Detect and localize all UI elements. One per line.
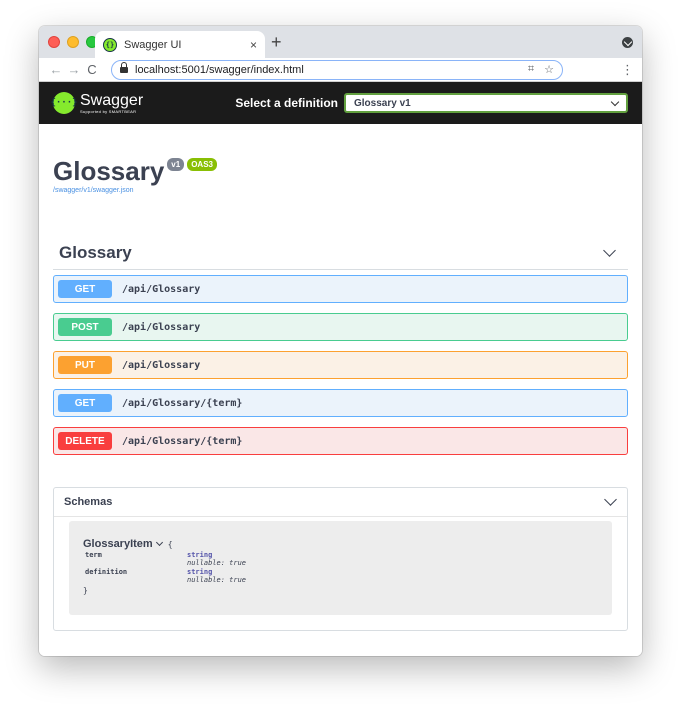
forward-button[interactable]: → xyxy=(65,62,83,77)
chevron-down-icon xyxy=(610,97,620,106)
property-name: definition xyxy=(85,568,128,576)
property-nullable: nullable: true xyxy=(187,559,247,567)
chevron-down-icon[interactable] xyxy=(155,538,163,547)
property-type: string xyxy=(187,551,213,559)
chevron-down-icon[interactable] xyxy=(603,243,616,257)
property-name: term xyxy=(85,551,102,559)
model-property: definition string nullable: true xyxy=(83,568,598,584)
qr-code-icon[interactable]: ⌗ xyxy=(528,63,534,76)
minimize-window-button[interactable] xyxy=(67,36,79,48)
method-badge: DELETE xyxy=(58,432,112,450)
definition-select[interactable]: Glossary v1 xyxy=(344,93,628,113)
model-property: term string nullable: true xyxy=(83,551,598,567)
method-badge: GET xyxy=(58,280,112,298)
method-badge: GET xyxy=(58,394,112,412)
tag-title: Glossary xyxy=(59,242,132,262)
definition-label: Select a definition xyxy=(235,96,338,110)
version-badge: v1 xyxy=(167,158,185,171)
window-controls xyxy=(48,36,98,48)
property-type: string xyxy=(187,568,213,576)
model-name: GlossaryItem xyxy=(83,538,153,550)
page-title: Glossary xyxy=(53,156,165,186)
reload-button[interactable]: C xyxy=(83,62,101,77)
operations-list: GET /api/Glossary POST /api/Glossary PUT… xyxy=(53,275,628,455)
tab-title: Swagger UI xyxy=(124,38,182,51)
chevron-down-icon[interactable] xyxy=(604,493,617,506)
operation-get-glossary[interactable]: GET /api/Glossary xyxy=(53,275,628,303)
property-type-block: string nullable: true xyxy=(187,568,246,584)
back-button[interactable]: ← xyxy=(47,62,65,77)
operation-path: /api/Glossary/{term} xyxy=(122,435,243,447)
oas-badge: OAS3 xyxy=(187,158,217,171)
browser-window: {} Swagger UI × + ← → C localhost:5001/s… xyxy=(39,26,642,656)
new-tab-button[interactable]: + xyxy=(271,32,282,53)
schemas-section: Schemas GlossaryItem { term string nulla… xyxy=(53,487,628,631)
tag-header[interactable]: Glossary xyxy=(53,236,628,270)
profile-icon[interactable] xyxy=(622,37,633,48)
tag-section: Glossary GET /api/Glossary POST /api/Glo… xyxy=(53,236,628,455)
schemas-header[interactable]: Schemas xyxy=(54,488,627,517)
swagger-logo[interactable]: Swagger Supported by SMARTBEAR xyxy=(80,91,144,114)
swagger-favicon-icon: {} xyxy=(103,37,117,52)
operation-path: /api/Glossary xyxy=(122,321,201,333)
operation-delete-glossary-term[interactable]: DELETE /api/Glossary/{term} xyxy=(53,427,628,455)
url-text: localhost:5001/swagger/index.html xyxy=(135,63,304,76)
definition-selected-value: Glossary v1 xyxy=(354,97,411,109)
spec-json-link[interactable]: /swagger/v1/swagger.json xyxy=(53,187,628,194)
title-row: Glossary v1 OAS3 xyxy=(53,158,628,184)
lock-icon[interactable] xyxy=(120,62,128,74)
close-window-button[interactable] xyxy=(48,36,60,48)
method-badge: PUT xyxy=(58,356,112,374)
operation-path: /api/Glossary/{term} xyxy=(122,397,243,409)
operation-get-glossary-term[interactable]: GET /api/Glossary/{term} xyxy=(53,389,628,417)
model-name-row[interactable]: GlossaryItem { xyxy=(83,538,598,550)
browser-toolbar: ← → C localhost:5001/swagger/index.html … xyxy=(39,58,642,82)
api-info: Glossary v1 OAS3 /swagger/v1/swagger.jso… xyxy=(39,124,642,194)
swagger-page: {···} Swagger Supported by SMARTBEAR Sel… xyxy=(39,82,642,656)
address-bar[interactable]: localhost:5001/swagger/index.html ⌗ ☆ xyxy=(111,59,563,80)
browser-menu-icon[interactable]: ⋮ xyxy=(621,62,634,78)
logo-title: Swagger xyxy=(80,91,144,109)
operation-path: /api/Glossary xyxy=(122,359,201,371)
open-brace: { xyxy=(167,539,173,549)
method-badge: POST xyxy=(58,318,112,336)
model-box: GlossaryItem { term string nullable: tru… xyxy=(69,521,612,615)
logo-subtitle: Supported by SMARTBEAR xyxy=(80,108,137,114)
operation-put-glossary[interactable]: PUT /api/Glossary xyxy=(53,351,628,379)
close-brace: } xyxy=(83,586,88,595)
swagger-topbar: {···} Swagger Supported by SMARTBEAR Sel… xyxy=(39,82,642,124)
operation-post-glossary[interactable]: POST /api/Glossary xyxy=(53,313,628,341)
tab-strip: {} Swagger UI × + xyxy=(39,26,642,58)
schemas-title: Schemas xyxy=(64,496,113,508)
swagger-logo-icon[interactable]: {···} xyxy=(50,92,78,114)
browser-tab[interactable]: {} Swagger UI × xyxy=(95,31,265,58)
bookmark-star-icon[interactable]: ☆ xyxy=(544,63,554,76)
tab-close-icon[interactable]: × xyxy=(250,38,257,52)
property-type-block: string nullable: true xyxy=(187,551,246,567)
operation-path: /api/Glossary xyxy=(122,283,201,295)
property-nullable: nullable: true xyxy=(187,576,247,584)
